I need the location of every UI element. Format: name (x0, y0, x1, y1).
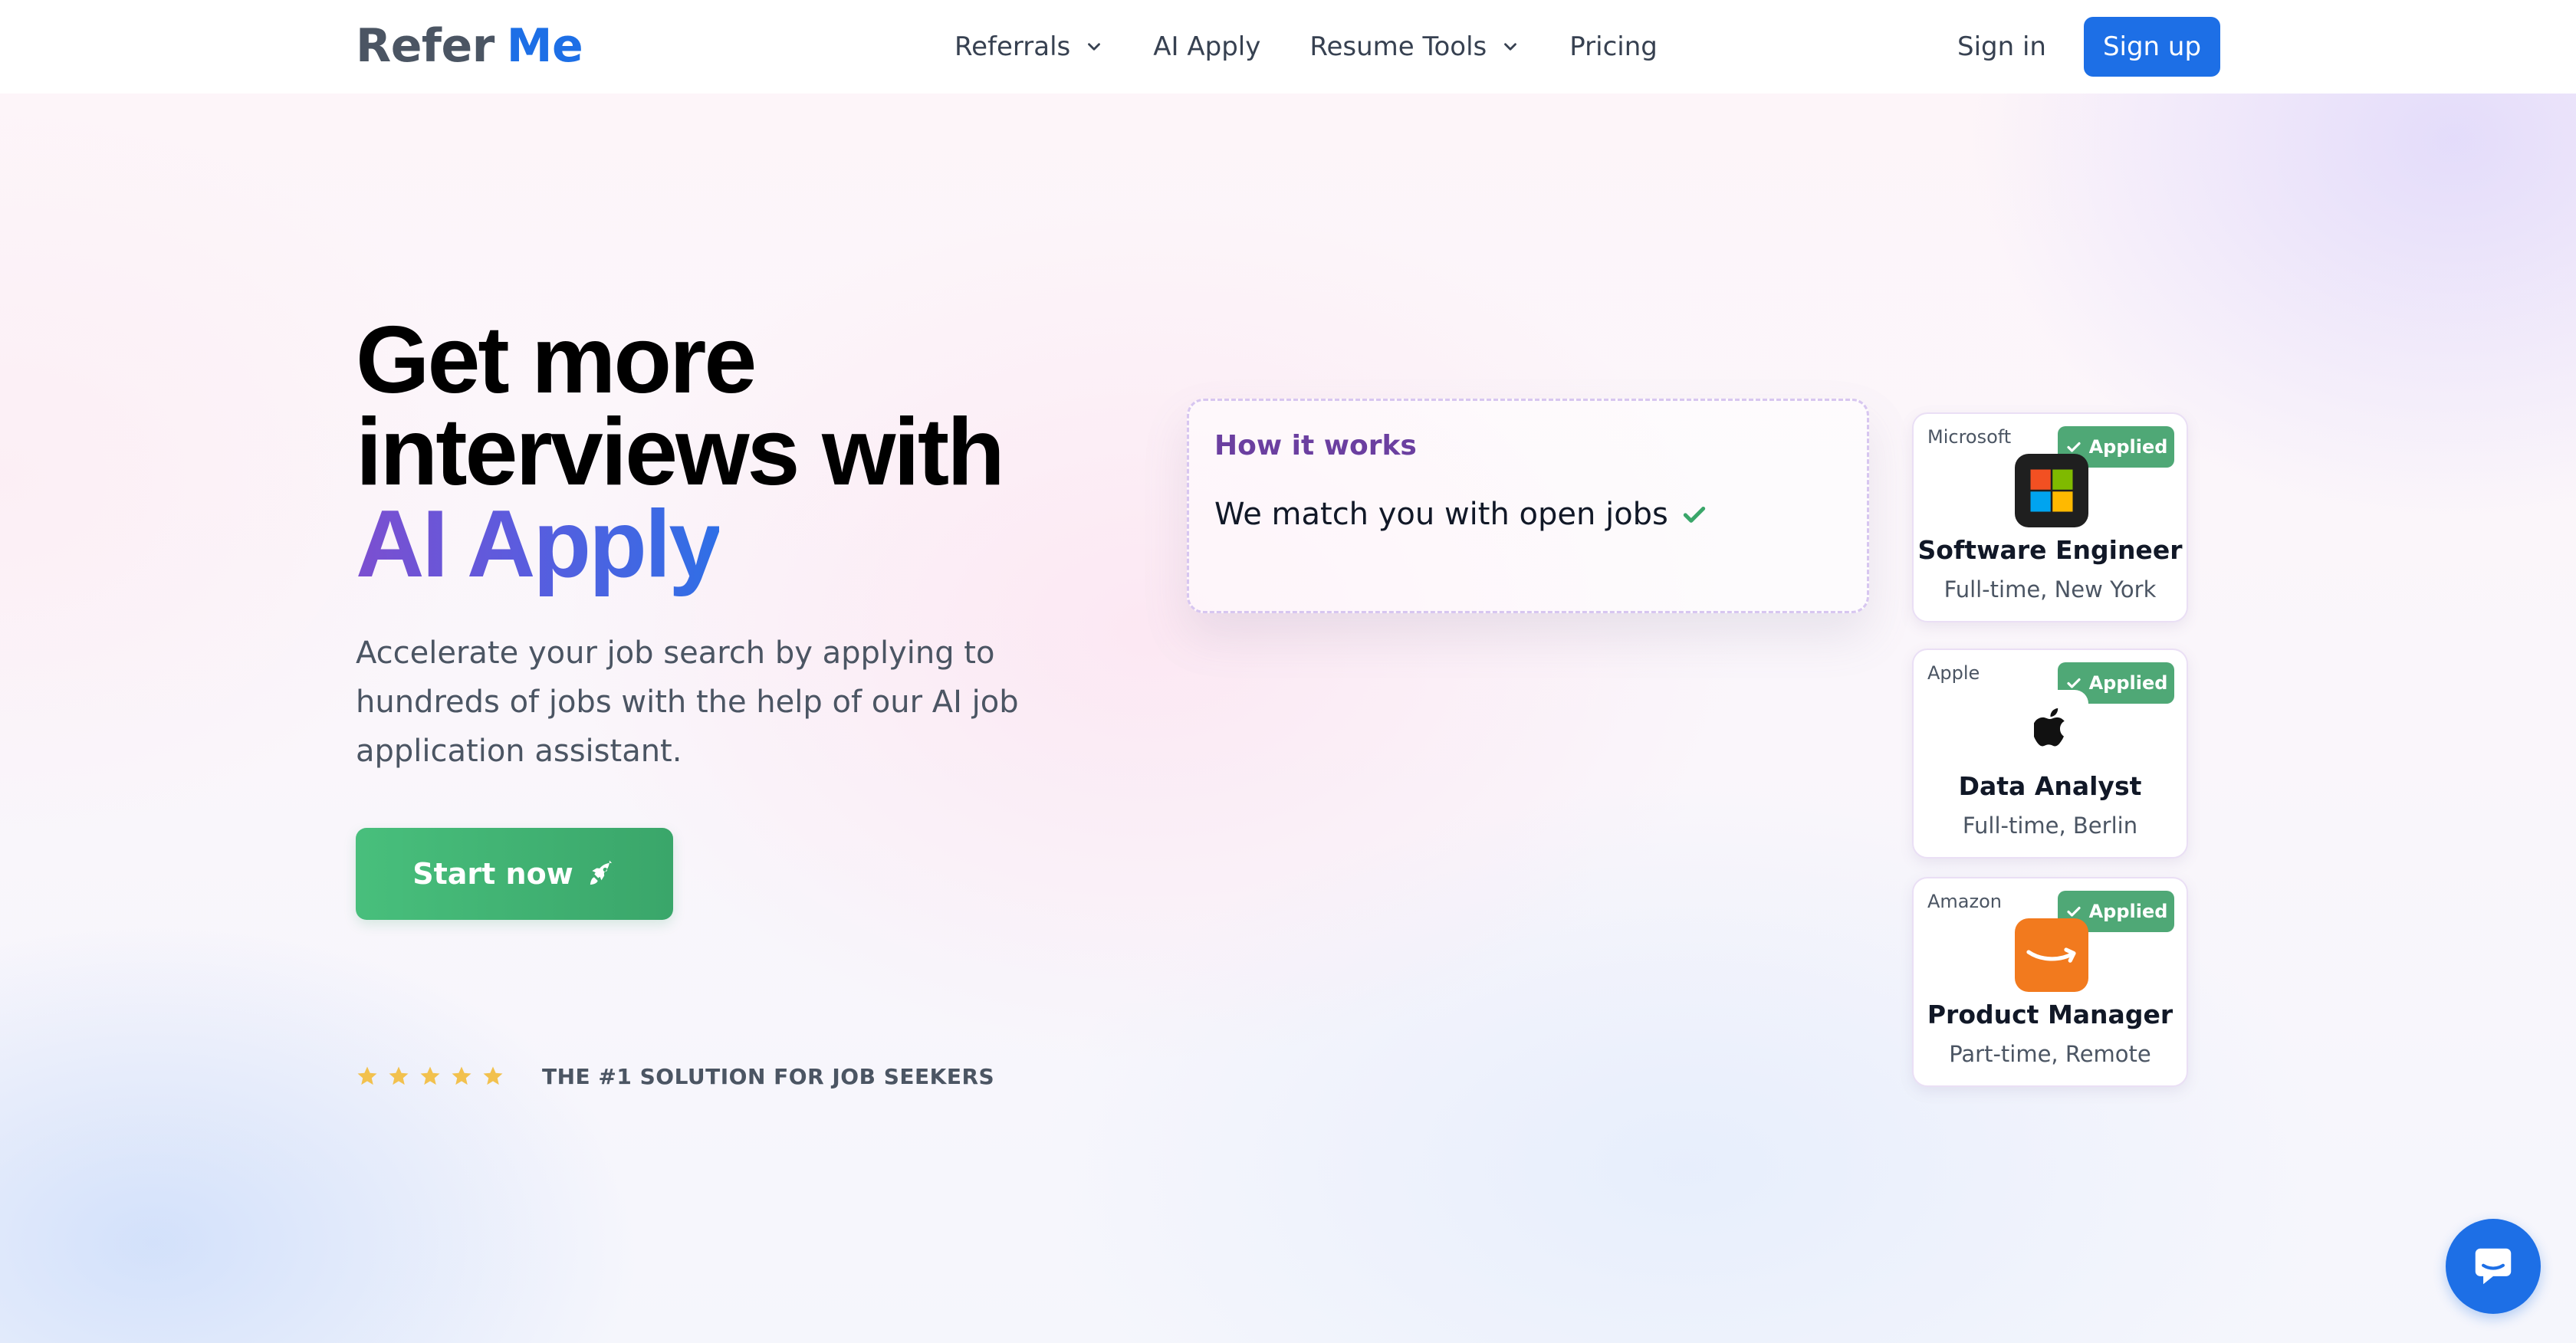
star-icon (357, 1066, 377, 1085)
job-card[interactable]: Microsoft Applied Software Engineer Full… (1912, 412, 2188, 622)
logo-word-refer: Refer (356, 19, 495, 73)
main-nav: Referrals AI Apply Resume Tools Pricing (955, 23, 1707, 71)
headline-line-1: Get more (356, 307, 757, 413)
start-now-button[interactable]: Start now (356, 828, 673, 920)
how-it-works-title: How it works (1214, 430, 1417, 461)
star-rating (356, 1065, 513, 1088)
chevron-down-icon (1088, 43, 1101, 51)
job-title: Software Engineer (1917, 535, 2183, 565)
rocket-icon (590, 860, 612, 885)
headline-highlight: AI Apply (356, 491, 721, 597)
hero-subtext: Accelerate your job search by applying t… (356, 635, 1019, 769)
job-meta: Full-time, Berlin (1962, 813, 2138, 839)
hero-headline: Get more interviews with AI Apply (356, 313, 1122, 592)
how-it-works-step: We match you with open jobs (1214, 497, 1710, 532)
sign-in-link[interactable]: Sign in (1957, 23, 2046, 71)
status-label: Applied (2088, 901, 2168, 922)
company-name: Microsoft (1927, 426, 2012, 448)
amazon-logo-icon (2015, 918, 2088, 992)
job-meta: Part-time, Remote (1949, 1041, 2151, 1067)
nav-item-resume-tools[interactable]: Resume Tools (1309, 23, 1520, 71)
sign-up-button[interactable]: Sign up (2084, 17, 2220, 77)
job-card[interactable]: Amazon Applied Product Manager Part-time… (1912, 877, 2188, 1087)
check-icon (1683, 507, 1706, 523)
nav-item-label: AI Apply (1153, 31, 1261, 62)
star-icon (420, 1066, 440, 1085)
job-card[interactable]: Apple Applied Data Analyst Full-time, Be… (1912, 649, 2188, 859)
rating-row: THE #1 SOLUTION FOR JOB SEEKERS (356, 1062, 994, 1090)
chat-bubble-icon (2475, 1248, 2512, 1285)
job-meta: Full-time, New York (1944, 576, 2157, 603)
job-title: Product Manager (1927, 1000, 2174, 1029)
brand-logo[interactable]: Refer Me (356, 18, 583, 74)
nav-item-label: Pricing (1569, 31, 1658, 62)
nav-item-label: Resume Tools (1309, 31, 1487, 62)
top-navbar: Refer Me Referrals AI Apply Resume Tools … (0, 0, 2576, 94)
chat-widget-button[interactable] (2446, 1219, 2541, 1314)
amazon-logo-icon (2026, 947, 2076, 963)
apple-logo-icon (2034, 708, 2065, 747)
status-label: Applied (2088, 436, 2168, 458)
star-icon (483, 1066, 503, 1085)
star-icon (389, 1066, 409, 1085)
how-it-works-card: How it works We match you with open jobs (1187, 399, 1869, 613)
headline-line-2: interviews with (356, 399, 1005, 505)
microsoft-logo-icon (2030, 469, 2073, 512)
nav-item-pricing[interactable]: Pricing (1569, 23, 1658, 71)
nav-item-ai-apply[interactable]: AI Apply (1153, 23, 1260, 71)
job-title: Data Analyst (1958, 771, 2142, 801)
tagline: THE #1 SOLUTION FOR JOB SEEKERS (542, 1063, 995, 1089)
microsoft-logo-icon (2015, 454, 2088, 527)
nav-item-label: Referrals (955, 31, 1071, 62)
status-label: Applied (2088, 672, 2168, 694)
company-name: Amazon (1927, 891, 2002, 912)
nav-item-referrals[interactable]: Referrals (955, 23, 1104, 71)
step-text: We match you with open jobs (1214, 497, 1668, 532)
star-icon (452, 1066, 472, 1085)
apple-logo-icon (2015, 690, 2088, 763)
chevron-down-icon (1504, 43, 1517, 51)
logo-word-me: Me (506, 19, 583, 73)
company-name: Apple (1927, 662, 1980, 684)
start-now-label: Start now (412, 857, 573, 891)
